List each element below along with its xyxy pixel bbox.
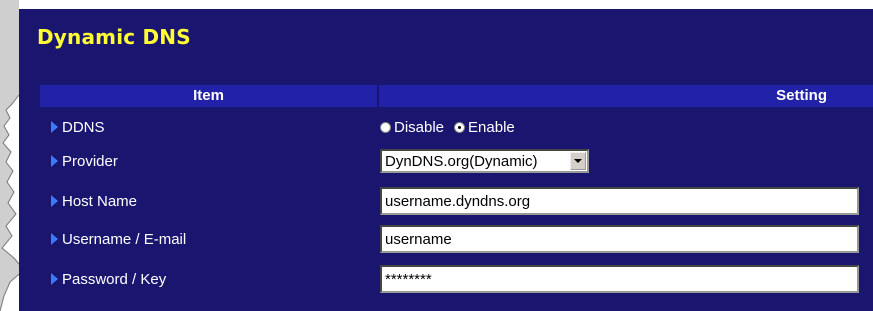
- ddns-enable-radio[interactable]: [454, 121, 466, 133]
- arrow-right-icon: [51, 155, 58, 167]
- table-header: Item Setting: [40, 85, 873, 107]
- password-input[interactable]: ********: [380, 265, 859, 293]
- arrow-right-icon: [51, 233, 58, 245]
- page-title: Dynamic DNS: [37, 25, 191, 49]
- provider-selected-value: DynDNS.org(Dynamic): [385, 152, 538, 170]
- row-username: Username / E-mail username: [40, 225, 873, 253]
- chevron-down-icon[interactable]: [570, 152, 586, 170]
- host-name-input[interactable]: username.dyndns.org: [380, 187, 859, 215]
- password-label: Password / Key: [62, 270, 167, 288]
- arrow-right-icon: [51, 273, 58, 285]
- row-host-name: Host Name username.dyndns.org: [40, 187, 873, 215]
- provider-select[interactable]: DynDNS.org(Dynamic): [380, 149, 589, 173]
- username-label: Username / E-mail: [62, 230, 187, 248]
- username-input[interactable]: username: [380, 225, 859, 253]
- header-setting: Setting: [379, 85, 873, 107]
- provider-label: Provider: [62, 152, 118, 170]
- arrow-right-icon: [51, 121, 58, 133]
- ddns-disable-radio[interactable]: [380, 121, 391, 133]
- ddns-radio-group: Disable Enable: [380, 113, 525, 141]
- row-provider: Provider DynDNS.org(Dynamic): [40, 147, 873, 175]
- ddns-label: DDNS: [62, 118, 105, 136]
- row-password: Password / Key ********: [40, 265, 873, 293]
- ddns-enable-label[interactable]: Enable: [468, 119, 515, 136]
- header-item: Item: [40, 85, 377, 107]
- arrow-right-icon: [51, 195, 58, 207]
- settings-panel: Dynamic DNS Item Setting DDNS Disable En…: [19, 9, 873, 311]
- ddns-disable-label[interactable]: Disable: [394, 119, 444, 136]
- host-name-label: Host Name: [62, 192, 138, 210]
- row-ddns: DDNS Disable Enable: [40, 113, 873, 141]
